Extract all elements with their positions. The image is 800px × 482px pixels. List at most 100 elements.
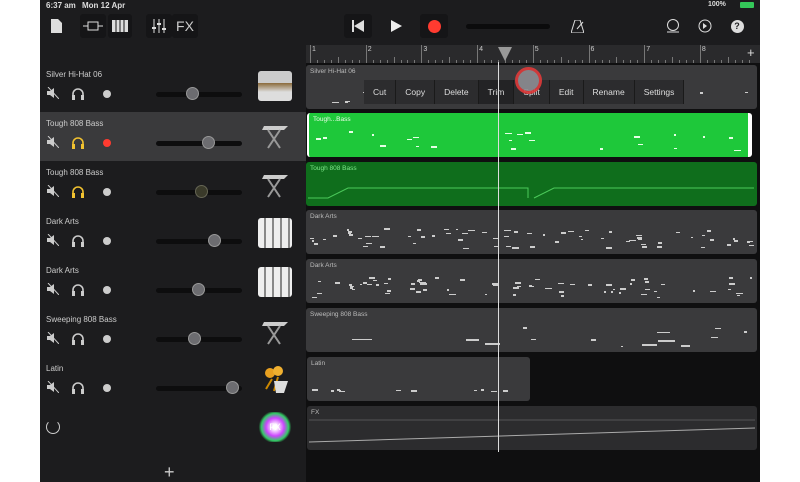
track-header[interactable]: Silver Hi-Hat 06 [40, 63, 306, 112]
region[interactable]: Tough...Bass [307, 113, 752, 157]
volume-knob[interactable] [192, 283, 206, 296]
drum-machine-icon[interactable] [258, 71, 292, 101]
menu-item-trim[interactable]: Trim [478, 80, 515, 104]
midi-note [710, 239, 715, 242]
add-track-button[interactable]: + [164, 462, 175, 482]
record-enable-button[interactable] [103, 335, 111, 343]
power-icon[interactable] [46, 420, 60, 434]
menu-item-settings[interactable]: Settings [634, 80, 685, 104]
tracks-view-icon[interactable] [80, 14, 106, 38]
menu-item-delete[interactable]: Delete [435, 80, 479, 104]
volume-knob[interactable] [194, 185, 208, 198]
volume-knob[interactable] [226, 381, 239, 394]
menu-item-cut[interactable]: Cut [364, 80, 397, 104]
settings-icon[interactable] [694, 14, 716, 38]
track-header[interactable]: Latin [40, 357, 306, 406]
midi-note [316, 138, 321, 140]
maracas-icon[interactable] [258, 365, 292, 395]
keyboard-icon[interactable] [108, 14, 132, 38]
record-enable-button[interactable] [103, 286, 111, 294]
fx-button[interactable]: FX [172, 14, 198, 38]
midi-note [512, 247, 519, 249]
midi-note [318, 280, 322, 283]
midi-note [715, 327, 722, 330]
volume-slider[interactable] [156, 141, 242, 146]
headphones-icon[interactable] [71, 234, 85, 248]
region[interactable]: Dark Arts [306, 259, 757, 303]
add-section-button[interactable]: + [747, 45, 755, 60]
metronome-icon[interactable] [566, 14, 588, 38]
record-icon[interactable] [420, 14, 448, 38]
midi-note [364, 235, 371, 238]
headphones-icon[interactable] [71, 283, 85, 297]
region[interactable]: Latin [307, 357, 530, 401]
midi-note [503, 235, 509, 238]
midi-note [527, 232, 533, 235]
region[interactable]: Dark Arts [306, 210, 757, 254]
midi-note [638, 143, 643, 146]
track-header[interactable]: Tough 808 Bass [40, 161, 306, 210]
play-icon[interactable] [382, 14, 410, 38]
headphones-icon[interactable] [71, 185, 85, 199]
mute-icon[interactable] [46, 184, 60, 199]
rewind-icon[interactable] [344, 14, 372, 38]
volume-knob[interactable] [186, 87, 199, 100]
keyboard-stand-icon[interactable] [258, 120, 292, 150]
headphones-icon[interactable] [71, 136, 85, 150]
mute-icon[interactable] [46, 331, 60, 346]
volume-knob[interactable] [188, 332, 202, 345]
track-header[interactable]: Tough 808 Bass [40, 112, 306, 161]
midi-note [513, 294, 516, 296]
playhead-handle[interactable] [498, 47, 512, 61]
region[interactable]: FX [307, 406, 757, 450]
midi-note [514, 231, 519, 233]
menu-item-rename[interactable]: Rename [583, 80, 635, 104]
midi-note [384, 292, 390, 295]
mute-icon[interactable] [46, 86, 60, 101]
volume-knob[interactable] [202, 136, 215, 149]
record-enable-button[interactable] [103, 188, 111, 196]
midi-note [690, 236, 694, 239]
keyboard-stand-icon[interactable] [258, 316, 292, 346]
midi-note [621, 345, 624, 348]
fx-instrument-icon[interactable]: FX [258, 412, 292, 442]
volume-knob[interactable] [208, 234, 222, 247]
mute-icon[interactable] [46, 380, 60, 395]
menu-item-edit[interactable]: Edit [549, 80, 584, 104]
mute-icon[interactable] [46, 233, 60, 248]
midi-note [728, 288, 732, 291]
volume-slider[interactable] [156, 239, 242, 244]
drum-pad-icon[interactable] [258, 267, 292, 297]
help-icon[interactable]: ? [726, 14, 748, 38]
record-enable-button[interactable] [103, 90, 111, 98]
document-icon[interactable] [44, 14, 68, 38]
master-volume-slider[interactable] [466, 24, 550, 29]
headphones-icon[interactable] [71, 381, 85, 395]
region[interactable]: Tough 808 Bass [306, 162, 757, 206]
mixer-icon[interactable] [146, 14, 172, 38]
record-enable-button[interactable] [103, 384, 111, 392]
region[interactable]: Sweeping 808 Bass [306, 308, 757, 352]
record-enable-button[interactable] [103, 139, 111, 147]
midi-note [417, 229, 422, 231]
menu-item-copy[interactable]: Copy [396, 80, 436, 104]
midi-note [504, 229, 511, 231]
midi-note [491, 390, 497, 393]
loop-icon[interactable] [662, 14, 684, 38]
midi-note [529, 285, 534, 288]
keyboard-stand-icon[interactable] [258, 169, 292, 199]
record-enable-button[interactable] [103, 237, 111, 245]
track-header[interactable]: Dark Arts [40, 210, 306, 259]
timeline-ruler[interactable]: 1 2 3 4 5 6 7 8 [306, 45, 760, 63]
track-header[interactable]: Sweeping 808 Bass [40, 308, 306, 357]
bar-tick [644, 45, 646, 63]
mute-icon[interactable] [46, 135, 60, 150]
headphones-icon[interactable] [71, 87, 85, 101]
mute-icon[interactable] [46, 282, 60, 297]
headphones-icon[interactable] [71, 332, 85, 346]
drum-pad-icon[interactable] [258, 218, 292, 248]
volume-slider[interactable] [156, 92, 242, 97]
track-header[interactable]: Dark Arts [40, 259, 306, 308]
midi-note [348, 234, 354, 236]
midi-note [412, 242, 417, 245]
